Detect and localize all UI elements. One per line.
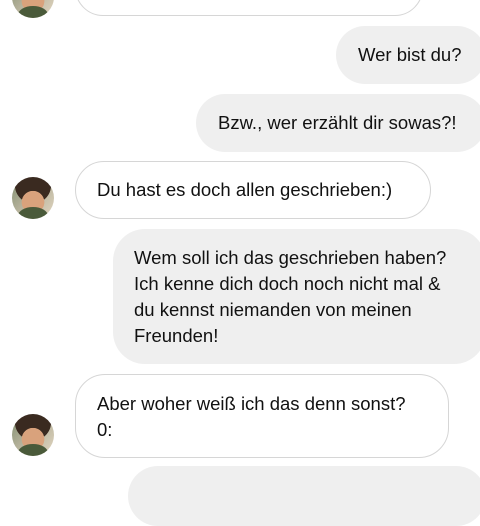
incoming-message-bubble-partial <box>75 0 423 16</box>
outgoing-message-bubble[interactable]: Wer bist du? <box>336 26 480 84</box>
message-text: Wer bist du? <box>358 44 462 65</box>
outgoing-message-bubble-partial <box>128 466 480 526</box>
message-text: Aber woher weiß ich das denn sonst? 0: <box>97 393 406 440</box>
contact-avatar[interactable] <box>12 0 54 18</box>
message-text: Bzw., wer erzählt dir sowas?! <box>218 112 457 133</box>
incoming-message-bubble[interactable]: Du hast es doch allen geschrieben:) <box>75 161 431 219</box>
outgoing-message-bubble[interactable]: Wem soll ich das geschrieben haben? Ich … <box>113 229 480 364</box>
contact-avatar[interactable] <box>12 414 54 456</box>
message-text: Wem soll ich das geschrieben haben? Ich … <box>134 247 447 346</box>
incoming-message-bubble[interactable]: Aber woher weiß ich das denn sonst? 0: <box>75 374 449 458</box>
contact-avatar[interactable] <box>12 177 54 219</box>
outgoing-message-bubble[interactable]: Bzw., wer erzählt dir sowas?! <box>196 94 480 152</box>
message-text: Du hast es doch allen geschrieben:) <box>97 179 393 200</box>
